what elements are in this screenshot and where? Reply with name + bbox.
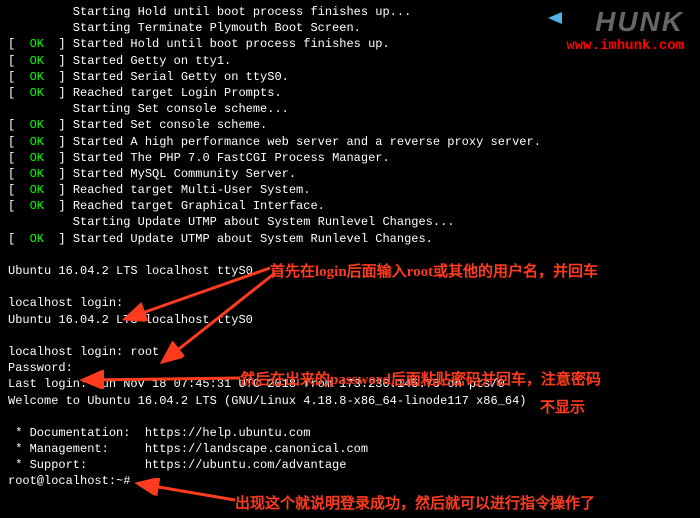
boot-line: [ OK ] Started A high performance web se… — [8, 134, 692, 150]
brand-text: HUNK — [566, 6, 684, 38]
brand-url: www.imhunk.com — [566, 38, 684, 54]
login-line[interactable]: localhost login: root — [8, 344, 692, 360]
blank-line — [8, 328, 692, 344]
help-link-line: * Documentation: https://help.ubuntu.com — [8, 425, 692, 441]
help-links: * Documentation: https://help.ubuntu.com… — [8, 425, 692, 474]
boot-line: [ OK ] Reached target Graphical Interfac… — [8, 198, 692, 214]
arrow-icon — [80, 370, 250, 390]
annotation-success: 出现这个就说明登录成功，然后就可以进行指令操作了 — [235, 492, 595, 513]
watermark-logo: HUNK www.imhunk.com — [566, 6, 684, 54]
welcome-line: Welcome to Ubuntu 16.04.2 LTS (GNU/Linux… — [8, 393, 692, 409]
shell-prompt[interactable]: root@localhost:~# — [8, 473, 692, 489]
boot-line: [ OK ] Reached target Login Prompts. — [8, 85, 692, 101]
arrow-icon — [155, 268, 285, 368]
annotation-password-line2: 不显示 — [540, 396, 585, 417]
annotation-password-line1: 然后在出来的password后面粘贴密码并回车，注意密码 — [240, 368, 601, 389]
boot-line: [ OK ] Started Update UTMP about System … — [8, 231, 692, 247]
boot-line: [ OK ] Reached target Multi-User System. — [8, 182, 692, 198]
boot-line: [ OK ] Started Serial Getty on ttyS0. — [8, 69, 692, 85]
os-banner: Ubuntu 16.04.2 LTS localhost ttyS0 — [8, 312, 692, 328]
blank-line — [8, 409, 692, 425]
boot-line: [ OK ] Started Set console scheme. — [8, 117, 692, 133]
boot-line: Starting Update UTMP about System Runlev… — [8, 214, 692, 230]
boot-line: [ OK ] Started MySQL Community Server. — [8, 166, 692, 182]
boot-line: Starting Set console scheme... — [8, 101, 692, 117]
help-link-line: * Support: https://ubuntu.com/advantage — [8, 457, 692, 473]
arrow-icon — [135, 478, 245, 508]
boot-line: [ OK ] Started The PHP 7.0 FastCGI Proce… — [8, 150, 692, 166]
login-prompt[interactable]: localhost login: — [8, 295, 692, 311]
boot-line: [ OK ] Started Getty on tty1. — [8, 53, 692, 69]
help-link-line: * Management: https://landscape.canonica… — [8, 441, 692, 457]
annotation-login: 首先在login后面输入root或其他的用户名，并回车 — [270, 260, 598, 281]
blank-line — [8, 279, 692, 295]
